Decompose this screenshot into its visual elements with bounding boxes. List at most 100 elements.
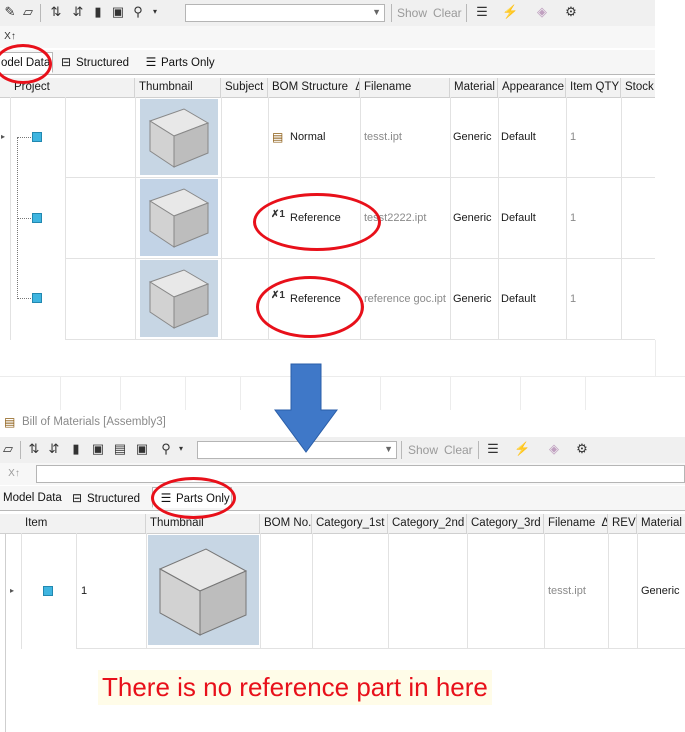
show-button[interactable]: Show	[408, 443, 438, 457]
edit-icon[interactable]: ✎	[2, 4, 18, 20]
bom-window-icon: ▤	[4, 415, 16, 429]
grid-line	[608, 533, 609, 649]
top-secondary-toolbar: X↑	[0, 26, 655, 48]
thumbnail-image	[140, 260, 218, 337]
annotation-circle	[151, 477, 236, 519]
zoom-icon[interactable]: ⚲	[130, 4, 146, 20]
link-icon[interactable]: X↑	[4, 466, 24, 482]
dropdown-arrow-icon[interactable]: ▾	[150, 4, 160, 20]
column-header-category-1st[interactable]: Category_1st	[312, 514, 388, 533]
grid-line	[544, 533, 545, 649]
tab-label: Parts Only	[161, 57, 215, 69]
box-icon	[158, 548, 248, 636]
grid-line	[520, 376, 521, 410]
grid-line	[65, 177, 655, 178]
column-header-stock[interactable]: Stock	[621, 78, 661, 97]
appearance-value: Default	[501, 131, 536, 143]
sort-descending-icon[interactable]: ⇵	[70, 4, 86, 20]
grid-line	[655, 340, 656, 376]
part-cube-icon	[32, 293, 42, 303]
tab-parts-only[interactable]: ☰ Parts Only	[144, 52, 215, 73]
show-button[interactable]: Show	[397, 6, 427, 20]
column-header-label: Filename	[548, 517, 596, 529]
export-icon[interactable]: ▣	[90, 441, 106, 457]
column-header-rev[interactable]: REV	[608, 514, 637, 533]
row-selector-icon[interactable]: ▸	[10, 586, 14, 595]
tab-model-data[interactable]: Model Data	[3, 488, 62, 509]
material-value: Generic	[453, 293, 492, 305]
export-icon[interactable]: ▣	[110, 4, 126, 20]
clear-button[interactable]: Clear	[433, 6, 462, 20]
grid-line	[185, 376, 186, 410]
notebook-icon[interactable]: ▱	[0, 441, 16, 457]
appearance-value: Default	[501, 293, 536, 305]
bottom-tab-bar: Model Data ⊟ Structured ☰ Parts Only	[0, 486, 685, 511]
bottom-grid-header: Item Thumbnail BOM No. Category_1st Cate…	[0, 514, 685, 534]
grid-line	[467, 533, 468, 649]
item-qty-value: 1	[570, 293, 577, 305]
toolbar-separator	[401, 441, 402, 459]
column-header-item[interactable]: Item	[21, 514, 146, 533]
column-header-item-qty[interactable]: Item QTY	[566, 78, 621, 97]
toolbar-separator	[466, 4, 467, 22]
column-header-label: BOM Structure	[272, 81, 349, 93]
structured-icon: ⊟	[60, 55, 72, 69]
column-header-bom-no[interactable]: BOM No.	[260, 514, 312, 533]
bottom-window-title: ▤ Bill of Materials [Assembly3]	[0, 413, 685, 433]
sort-ascending-icon[interactable]: ⇅	[26, 441, 42, 457]
column-header-appearance[interactable]: Appearance	[498, 78, 566, 97]
column-header-filename[interactable]: Filename Δ	[544, 514, 608, 533]
column-chooser-icon[interactable]: ☰	[485, 441, 501, 457]
item-renumber-icon[interactable]: ▮	[90, 4, 106, 20]
grid-line	[135, 97, 136, 340]
column-header-filename[interactable]: Filename	[360, 78, 450, 97]
tab-structured[interactable]: ⊟ Structured	[70, 488, 140, 509]
zoom-icon[interactable]: ⚲	[158, 441, 174, 457]
item-edit-icon[interactable]: ▤	[112, 441, 128, 457]
lightning-icon[interactable]: ⚡	[502, 4, 518, 20]
filename-value: tesst.ipt	[364, 131, 402, 143]
column-header-category-3rd[interactable]: Category_3rd	[467, 514, 544, 533]
column-header-thumbnail[interactable]: Thumbnail	[135, 78, 221, 97]
grid-line	[146, 533, 147, 649]
bom-structure-value[interactable]: Normal	[290, 131, 325, 143]
filter-combo[interactable]: ▼	[185, 4, 385, 22]
thumbnail-image	[140, 99, 218, 175]
column-header-subject[interactable]: Subject	[221, 78, 268, 97]
grid-line	[637, 533, 638, 649]
column-header-bom-structure[interactable]: BOM Structure Δ	[268, 78, 360, 97]
tab-structured[interactable]: ⊟ Structured	[59, 52, 129, 73]
column-header-material[interactable]: Material	[637, 514, 685, 533]
filename-value: reference goc.ipt	[364, 293, 446, 305]
sort-descending-icon[interactable]: ⇵	[46, 441, 62, 457]
appearance-value: Default	[501, 212, 536, 224]
dropdown-arrow-icon[interactable]: ▾	[176, 441, 186, 457]
part-cube-icon	[32, 132, 42, 142]
tree-connector	[17, 137, 19, 297]
lightning-icon[interactable]: ⚡	[514, 441, 530, 457]
gear-icon[interactable]: ⚙	[563, 4, 579, 20]
sort-ascending-icon[interactable]: ⇅	[48, 4, 64, 20]
chevron-down-icon: ▼	[372, 7, 381, 17]
item-renumber-icon[interactable]: ▮	[68, 441, 84, 457]
clear-button[interactable]: Clear	[444, 443, 473, 457]
row-selector-icon[interactable]: ▸	[1, 132, 5, 141]
grid-line	[566, 97, 567, 340]
tab-label: Structured	[87, 493, 141, 505]
column-header-category-2nd[interactable]: Category_2nd	[388, 514, 467, 533]
column-chooser-icon[interactable]: ☰	[474, 4, 490, 20]
search-field[interactable]	[36, 465, 685, 483]
gear-icon[interactable]: ⚙	[574, 441, 590, 457]
grid-line	[621, 97, 622, 340]
add-part-icon[interactable]: ◈	[546, 441, 562, 457]
top-toolbar: ✎ ▱ ⇅ ⇵ ▮ ▣ ⚲ ▾ ▼ Show Clear ☰ ⚡ ◈ ⚙	[0, 0, 655, 27]
annotation-circle	[253, 193, 381, 251]
column-header-material[interactable]: Material	[450, 78, 498, 97]
tab-label: Model Data	[3, 492, 62, 504]
notebook-icon[interactable]: ▱	[20, 4, 36, 20]
annotation-note: There is no reference part in here	[98, 670, 492, 705]
export-table-icon[interactable]: ▣	[134, 441, 150, 457]
bottom-secondary-toolbar: X↑	[0, 463, 685, 485]
add-part-icon[interactable]: ◈	[534, 4, 550, 20]
link-icon[interactable]: X↑	[0, 29, 20, 45]
